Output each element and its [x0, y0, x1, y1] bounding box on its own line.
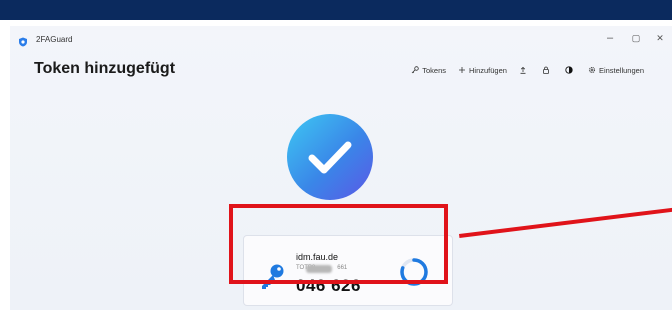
success-check-icon: [287, 114, 373, 200]
page-title: Token hinzugefügt: [34, 60, 176, 77]
left-strip: [0, 20, 10, 310]
add-label: Hinzufügen: [469, 65, 507, 75]
app-shield-icon: [18, 34, 28, 47]
export-button[interactable]: [513, 63, 536, 77]
add-button[interactable]: Hinzufügen: [452, 63, 513, 77]
lock-button[interactable]: [536, 63, 559, 77]
tokens-button[interactable]: Tokens: [405, 63, 452, 77]
upload-icon: [520, 66, 526, 74]
toolbar: Tokens Hinzufügen Einstellungen: [405, 63, 650, 77]
settings-label: Einstellungen: [598, 65, 644, 75]
key-outline-icon: [411, 66, 419, 74]
lock-icon: [543, 66, 549, 74]
tokens-label: Tokens: [422, 65, 446, 75]
plus-icon: [459, 67, 465, 73]
highlight-annotation-box: [229, 204, 448, 284]
desktop-top-bar: [0, 0, 672, 20]
theme-button[interactable]: [559, 63, 582, 77]
gear-icon: [588, 66, 596, 74]
contrast-icon: [565, 66, 573, 74]
settings-button[interactable]: Einstellungen: [582, 63, 650, 77]
close-button[interactable]: ✕: [646, 28, 672, 48]
minimize-button[interactable]: –: [596, 28, 624, 48]
app-name: 2FAGuard: [36, 35, 73, 44]
title-bar: 2FAGuard – ▢ ✕: [10, 26, 672, 52]
